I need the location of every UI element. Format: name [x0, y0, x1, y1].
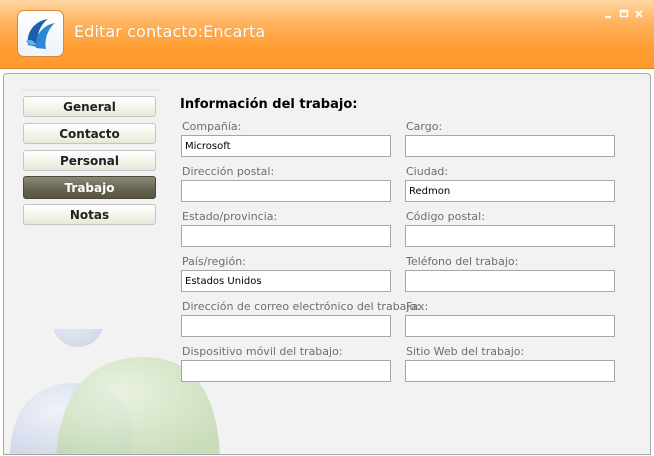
postal-address-label: Dirección postal: — [182, 165, 275, 178]
nav-personal[interactable]: Personal — [23, 150, 156, 171]
postal-address-field[interactable] — [181, 180, 391, 202]
website-label: Sitio Web del trabajo: — [406, 345, 525, 358]
nav-general[interactable]: General — [23, 96, 156, 117]
minimize-icon[interactable] — [603, 8, 615, 20]
close-icon[interactable] — [633, 8, 645, 20]
state-field[interactable] — [181, 225, 391, 247]
state-label: Estado/provincia: — [182, 210, 278, 223]
dialog-body: General Contacto Personal Trabajo Notas … — [3, 73, 651, 455]
nav-trabajo[interactable]: Trabajo — [23, 176, 156, 199]
work-phone-label: Teléfono del trabajo: — [406, 255, 519, 268]
nav-top-edge — [21, 87, 162, 91]
country-field[interactable] — [181, 270, 391, 292]
work-email-field[interactable] — [181, 315, 391, 337]
nav-contacto[interactable]: Contacto — [23, 123, 156, 144]
city-field[interactable] — [405, 180, 615, 202]
country-label: País/región: — [182, 255, 246, 268]
fax-label: Fax: — [406, 300, 429, 313]
work-email-label: Dirección de correo electrónico del trab… — [182, 300, 420, 313]
work-mobile-field[interactable] — [181, 360, 391, 382]
fax-field[interactable] — [405, 315, 615, 337]
postal-code-label: Código postal: — [406, 210, 485, 223]
job-title-label: Cargo: — [406, 120, 443, 133]
section-title: Información del trabajo: — [180, 97, 358, 112]
website-field[interactable] — [405, 360, 615, 382]
company-label: Compañía: — [182, 120, 242, 133]
work-mobile-label: Dispositivo móvil del trabajo: — [182, 345, 343, 358]
window-title: Editar contacto:Encarta — [74, 22, 266, 41]
title-bar: Editar contacto:Encarta — [0, 0, 654, 69]
postal-code-field[interactable] — [405, 225, 615, 247]
job-title-field[interactable] — [405, 135, 615, 157]
company-field[interactable] — [181, 135, 391, 157]
nav-notas[interactable]: Notas — [23, 204, 156, 225]
work-phone-field[interactable] — [405, 270, 615, 292]
maximize-icon[interactable] — [618, 8, 630, 20]
app-logo-icon — [17, 10, 64, 57]
city-label: Ciudad: — [406, 165, 449, 178]
